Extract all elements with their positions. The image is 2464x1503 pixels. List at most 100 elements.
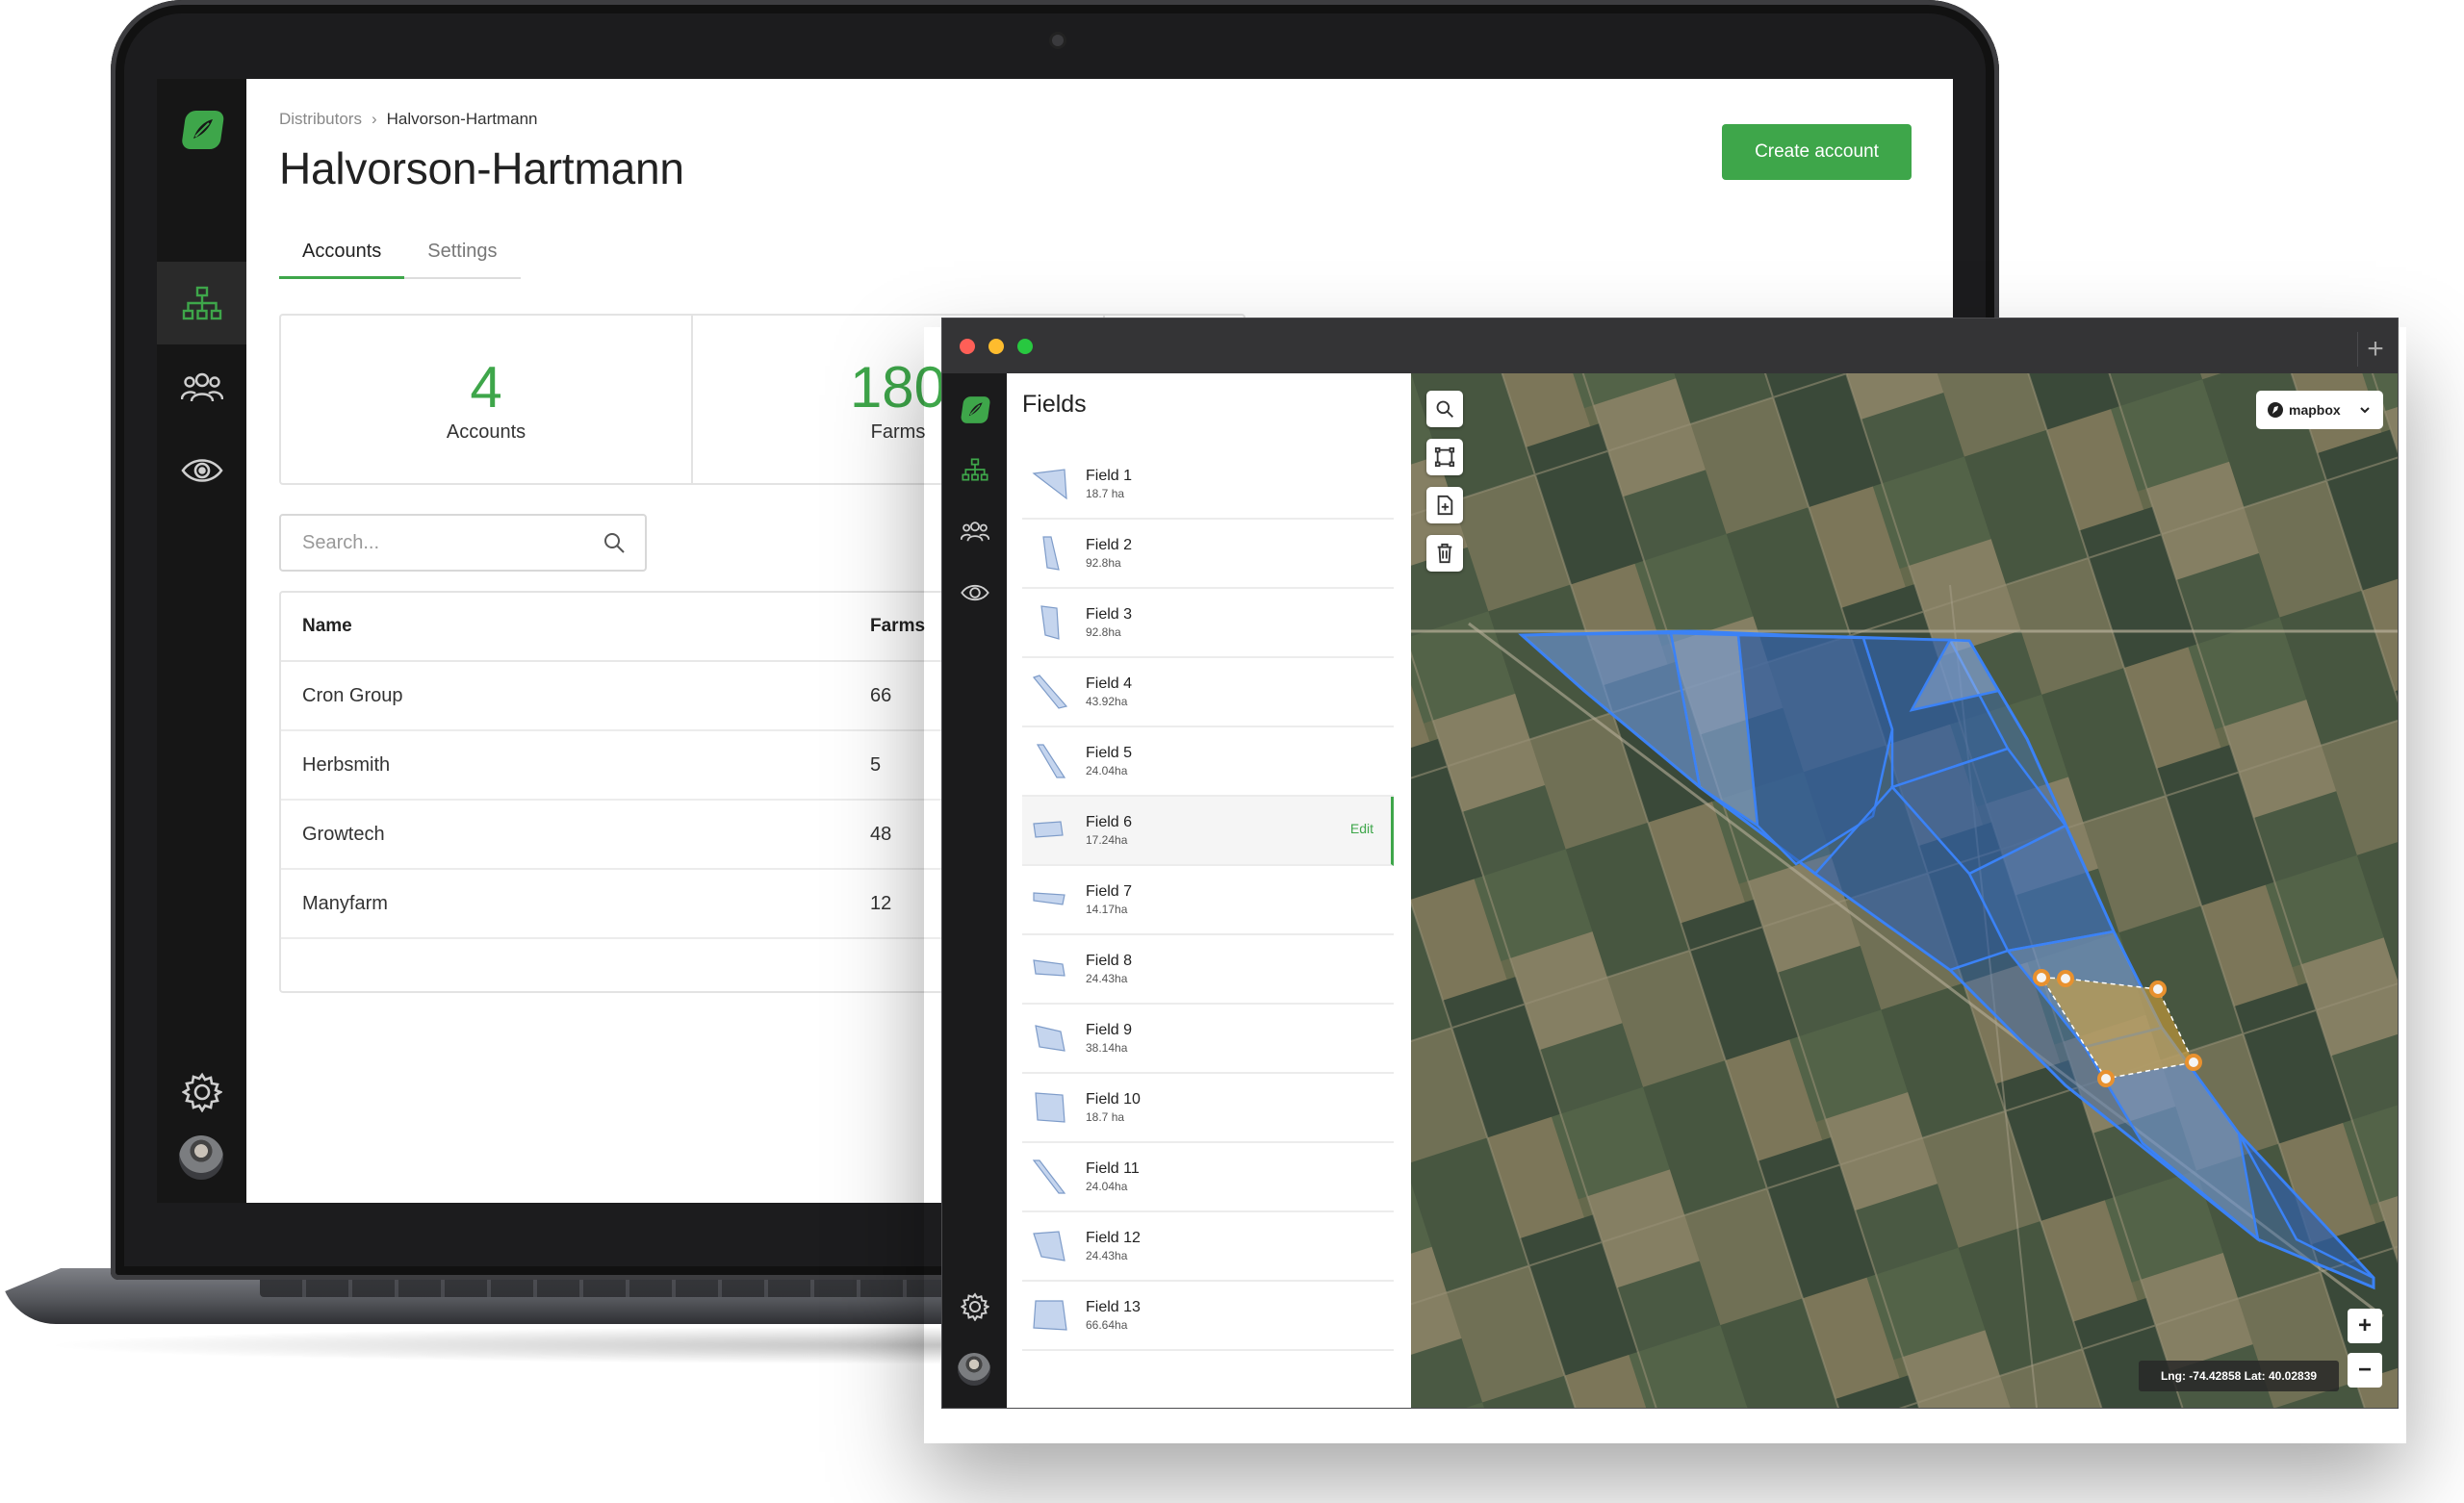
delete-button[interactable] bbox=[1426, 535, 1463, 572]
field-name: Field 2 bbox=[1086, 537, 1133, 553]
nav-users[interactable] bbox=[157, 345, 246, 428]
tab-accounts[interactable]: Accounts bbox=[279, 241, 405, 279]
field-list-item[interactable]: Field 6 17.24ha Edit bbox=[1022, 797, 1394, 866]
field-name: Field 3 bbox=[1086, 606, 1133, 623]
field-list-item[interactable]: Field 11 24.04ha bbox=[1022, 1143, 1394, 1212]
nav-monitor[interactable] bbox=[942, 564, 1007, 622]
field-list-item[interactable]: Field 9 38.14ha bbox=[1022, 1005, 1394, 1074]
field-list-item[interactable]: Field 3 92.8ha bbox=[1022, 589, 1394, 658]
zoom-in-button[interactable]: + bbox=[2348, 1309, 2382, 1343]
fields-window: + Fields Field 1 18.7 ha Field 2 92.8ha Fiel… bbox=[941, 318, 2399, 1409]
field-area: 66.64ha bbox=[1086, 1318, 1128, 1332]
nav-settings[interactable] bbox=[942, 1278, 1007, 1336]
map-style-label: mapbox bbox=[2289, 402, 2341, 418]
field-info: Field 7 14.17ha bbox=[1086, 883, 1132, 916]
field-shape-icon bbox=[1033, 959, 1065, 977]
import-file-button[interactable] bbox=[1426, 487, 1463, 523]
field-name: Field 7 bbox=[1086, 883, 1133, 900]
field-name: Field 9 bbox=[1086, 1022, 1133, 1038]
satellite-map[interactable] bbox=[1411, 373, 2398, 1408]
maximize-button[interactable] bbox=[1017, 339, 1033, 354]
field-info: Field 12 24.43ha bbox=[1086, 1230, 1141, 1262]
vertex-handle[interactable] bbox=[2185, 1054, 2202, 1071]
field-list-item[interactable]: Field 12 24.43ha bbox=[1022, 1212, 1394, 1282]
gear-icon bbox=[960, 1292, 989, 1321]
field-shape-icon bbox=[1042, 536, 1060, 571]
new-tab-icon[interactable]: + bbox=[2357, 332, 2393, 367]
users-icon bbox=[960, 522, 989, 542]
breadcrumb-parent[interactable]: Distributors bbox=[279, 110, 362, 128]
field-list-item[interactable]: Field 5 24.04ha bbox=[1022, 727, 1394, 797]
column-name[interactable]: Name bbox=[281, 616, 870, 637]
minimize-button[interactable] bbox=[988, 339, 1004, 354]
field-area: 43.92ha bbox=[1086, 695, 1128, 708]
create-account-button[interactable]: Create account bbox=[1722, 124, 1912, 180]
avatar[interactable] bbox=[179, 1135, 223, 1180]
map-view[interactable]: mapbox + − Lng: -74.42858 Lat: 40.02839 bbox=[1411, 373, 2398, 1408]
row-name: Manyfarm bbox=[302, 892, 388, 914]
leaf-logo-icon[interactable] bbox=[942, 381, 1007, 439]
nav-settings[interactable] bbox=[157, 1051, 246, 1134]
search-placeholder: Search... bbox=[302, 531, 380, 553]
trash-icon bbox=[1437, 543, 1452, 564]
stat-value: 4 bbox=[470, 354, 502, 420]
users-icon bbox=[180, 372, 223, 402]
avatar[interactable] bbox=[958, 1353, 990, 1386]
mapbox-logo-icon bbox=[2268, 402, 2283, 418]
search-input[interactable]: Search... bbox=[279, 514, 647, 572]
field-list-item[interactable]: Field 4 43.92ha bbox=[1022, 658, 1394, 727]
field-shape-icon bbox=[1033, 1231, 1065, 1261]
field-shape-icon bbox=[1032, 1159, 1066, 1194]
field-info: Field 8 24.43ha bbox=[1086, 953, 1132, 985]
field-area: 38.14ha bbox=[1086, 1041, 1128, 1055]
edit-field-button[interactable]: Edit bbox=[1350, 821, 1373, 836]
tab-settings[interactable]: Settings bbox=[404, 241, 520, 277]
field-info: Field 9 38.14ha bbox=[1086, 1022, 1132, 1055]
zoom-out-button[interactable]: − bbox=[2348, 1353, 2382, 1388]
nav-users[interactable] bbox=[942, 502, 1007, 560]
field-list-item[interactable]: Field 2 92.8ha bbox=[1022, 520, 1394, 589]
org-tree-icon bbox=[182, 286, 221, 320]
leaf-logo-icon[interactable] bbox=[180, 108, 224, 152]
panel-title: Fields bbox=[1022, 391, 1087, 418]
field-name: Field 4 bbox=[1086, 675, 1133, 692]
field-list-item[interactable]: Field 10 18.7 ha bbox=[1022, 1074, 1394, 1143]
field-shape-icon bbox=[1035, 1025, 1065, 1052]
close-button[interactable] bbox=[960, 339, 975, 354]
field-list-item[interactable]: Field 13 66.64ha bbox=[1022, 1282, 1394, 1351]
draw-polygon-button[interactable] bbox=[1426, 439, 1463, 475]
field-shape-icon bbox=[1033, 892, 1065, 905]
field-name: Field 6 bbox=[1086, 814, 1133, 830]
nav-monitor[interactable] bbox=[157, 429, 246, 512]
field-name: Field 13 bbox=[1086, 1299, 1141, 1315]
vertex-handle[interactable] bbox=[2057, 970, 2074, 987]
camera bbox=[1052, 35, 1064, 46]
field-name: Field 11 bbox=[1086, 1160, 1140, 1177]
nav-org-tree[interactable] bbox=[942, 441, 1007, 498]
vertex-handle[interactable] bbox=[2033, 969, 2050, 986]
field-name: Field 1 bbox=[1086, 468, 1133, 484]
map-search-button[interactable] bbox=[1426, 391, 1463, 427]
vertex-handle[interactable] bbox=[2097, 1070, 2115, 1087]
field-list-item[interactable]: Field 1 18.7 ha bbox=[1022, 450, 1394, 520]
field-list-item[interactable]: Field 8 24.43ha bbox=[1022, 935, 1394, 1005]
field-name: Field 8 bbox=[1086, 953, 1133, 969]
gear-icon bbox=[181, 1072, 222, 1112]
stat-label: Accounts bbox=[446, 420, 526, 443]
nav-org-tree[interactable] bbox=[157, 262, 246, 344]
field-shape-icon bbox=[1033, 1300, 1067, 1331]
field-shape-icon bbox=[1040, 605, 1060, 640]
map-style-select[interactable]: mapbox bbox=[2256, 391, 2383, 429]
search-icon bbox=[1436, 400, 1453, 418]
vertex-handle[interactable] bbox=[2149, 981, 2167, 998]
eye-icon bbox=[960, 584, 989, 601]
breadcrumb: Distributors › Halvorson-Hartmann bbox=[279, 110, 547, 129]
field-info: Field 10 18.7 ha bbox=[1086, 1091, 1141, 1124]
breadcrumb-current: Halvorson-Hartmann bbox=[386, 110, 538, 128]
field-list-item[interactable]: Field 7 14.17ha bbox=[1022, 866, 1394, 935]
field-info: Field 5 24.04ha bbox=[1086, 745, 1132, 777]
field-shape-icon bbox=[1033, 821, 1064, 838]
fields-list: Field 1 18.7 ha Field 2 92.8ha Field 3 92.8ha… bbox=[1022, 450, 1394, 1351]
field-area: 17.24ha bbox=[1086, 833, 1128, 847]
eye-icon bbox=[180, 459, 223, 482]
